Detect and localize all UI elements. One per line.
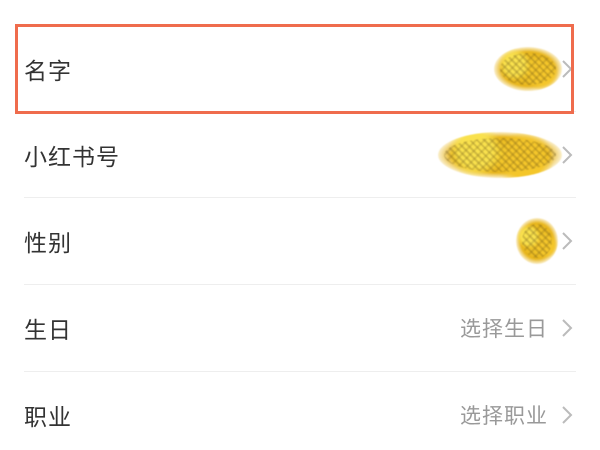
redacted-name-value [494, 46, 562, 91]
chevron-right-icon [560, 231, 574, 251]
row-label-gender: 性别 [24, 230, 72, 257]
profile-edit-list: 名字 小红书号 性别 生日 选择生日 职业 选择职业 [0, 0, 600, 450]
redacted-xiaohongshu-id-value [438, 131, 562, 178]
profile-row-gender[interactable]: 性别 [0, 197, 600, 284]
row-label-occupation: 职业 [24, 404, 72, 431]
redacted-gender-value [516, 217, 558, 264]
row-label-xiaohongshu-id: 小红书号 [24, 144, 120, 171]
profile-row-xiaohongshu-id[interactable]: 小红书号 [0, 111, 600, 198]
row-label-name: 名字 [24, 58, 72, 85]
row-label-birthday: 生日 [24, 317, 72, 344]
occupation-placeholder: 选择职业 [460, 403, 548, 428]
birthday-placeholder: 选择生日 [460, 316, 548, 341]
profile-row-occupation[interactable]: 职业 选择职业 [0, 371, 600, 450]
chevron-right-icon [560, 318, 574, 338]
chevron-right-icon [560, 405, 574, 425]
profile-row-name[interactable]: 名字 [0, 25, 600, 112]
chevron-right-icon [560, 145, 574, 165]
chevron-right-icon [560, 59, 574, 79]
profile-row-birthday[interactable]: 生日 选择生日 [0, 284, 600, 371]
